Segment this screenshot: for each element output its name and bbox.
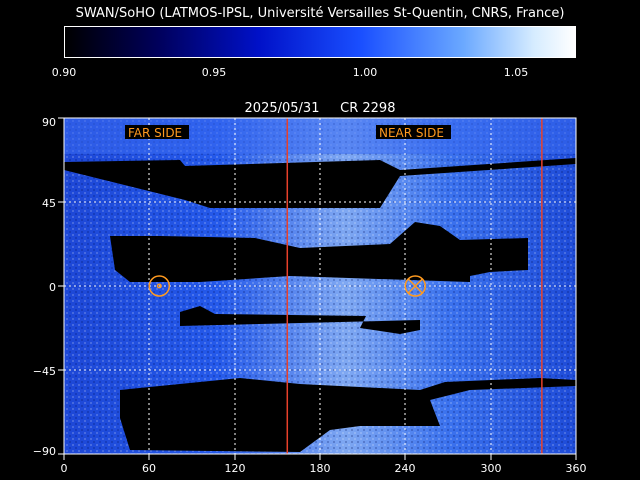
sky-map: FAR SIDE NEAR SIDE 0 60 120 180 240 300 … (33, 116, 587, 475)
x-tick-label: 0 (61, 462, 68, 475)
x-tick-label: 120 (225, 462, 246, 475)
x-tick-label: 60 (142, 462, 156, 475)
y-tick-label: −45 (33, 365, 56, 378)
near-side-label: NEAR SIDE (379, 126, 444, 140)
x-tick-label: 240 (395, 462, 416, 475)
y-tick-label: 90 (42, 116, 56, 129)
x-tick-label: 300 (481, 462, 502, 475)
far-side-label: FAR SIDE (128, 126, 182, 140)
y-tick-label: 45 (42, 197, 56, 210)
x-tick-label: 360 (566, 462, 587, 475)
y-tick-label: −90 (33, 445, 56, 458)
y-tick-label: 0 (49, 281, 56, 294)
x-tick-label: 180 (310, 462, 331, 475)
